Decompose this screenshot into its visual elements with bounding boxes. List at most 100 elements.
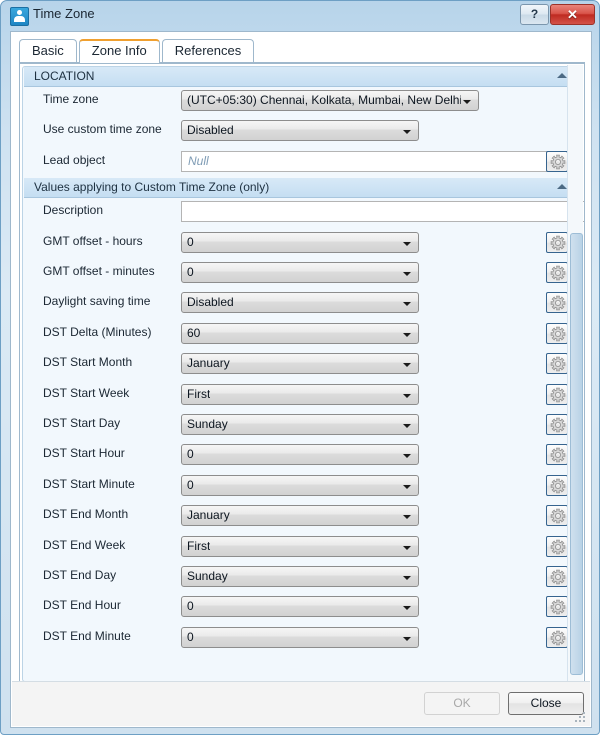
- field-label-dst-start-minute: DST Start Minute: [43, 476, 135, 491]
- section-title: Values applying to Custom Time Zone (onl…: [34, 180, 270, 195]
- dropdown-dst-end-day[interactable]: Sunday: [181, 566, 419, 587]
- dropdown-dst-delta-minutes[interactable]: 60: [181, 322, 419, 344]
- dropdown-dst-end-minute[interactable]: 0: [181, 626, 419, 648]
- chevron-down-icon[interactable]: [403, 302, 411, 307]
- gear-icon: [547, 476, 569, 497]
- chevron-up-icon[interactable]: [557, 73, 567, 78]
- dropdown-value-dst-start-hour: 0: [187, 447, 194, 462]
- window-title: Time Zone: [33, 6, 95, 21]
- dropdown-dst-start-hour[interactable]: 0: [181, 444, 419, 466]
- dropdown-value-dst-end-week: First: [187, 538, 211, 553]
- ok-button[interactable]: OK: [424, 692, 500, 715]
- settings-button-dst-start-week[interactable]: [546, 383, 568, 405]
- chevron-down-icon[interactable]: [403, 606, 411, 611]
- chevron-down-icon[interactable]: [403, 272, 411, 276]
- vertical-scrollbar[interactable]: [567, 65, 583, 684]
- dropdown-daylight-saving-time[interactable]: Disabled: [181, 292, 419, 314]
- chevron-down-icon[interactable]: [403, 424, 411, 428]
- settings-button-daylight-saving-time[interactable]: [546, 292, 569, 314]
- dropdown-time-zone[interactable]: (UTC+05:30) Chennai, Kolkata, Mumbai, Ne…: [181, 90, 479, 111]
- field-label-time-zone: Time zone: [43, 92, 99, 106]
- field-row-dst-start-week: DST Start Week First: [23, 381, 576, 408]
- dropdown-dst-start-day[interactable]: Sunday: [181, 414, 419, 435]
- settings-button-dst-end-week[interactable]: [546, 535, 568, 557]
- settings-button-dst-end-hour[interactable]: [546, 596, 569, 618]
- chevron-down-icon[interactable]: [403, 515, 411, 520]
- chevron-down-icon[interactable]: [403, 576, 411, 580]
- settings-button-dst-start-hour[interactable]: [546, 444, 568, 466]
- chevron-down-icon[interactable]: [403, 484, 411, 489]
- field-label-lead-object: Lead object: [43, 152, 106, 167]
- input-lead-object[interactable]: Null: [181, 150, 557, 172]
- chevron-down-icon[interactable]: [463, 100, 471, 104]
- dropdown-dst-end-hour[interactable]: 0: [181, 596, 419, 618]
- field-row-gmt-offset-hours: GMT offset - hours 0: [23, 229, 576, 256]
- dropdown-dst-end-week[interactable]: First: [181, 535, 419, 557]
- field-row-dst-end-week: DST End Week First: [23, 533, 576, 560]
- chevron-down-icon[interactable]: [403, 363, 411, 368]
- field-label-gmt-offset-hours: GMT offset - hours: [43, 233, 143, 248]
- chevron-down-icon[interactable]: [403, 332, 411, 337]
- chevron-down-icon[interactable]: [403, 545, 411, 550]
- tab-references[interactable]: References: [161, 39, 255, 62]
- field-row-dst-start-hour: DST Start Hour 0: [23, 441, 576, 468]
- gear-icon: [547, 628, 569, 649]
- dropdown-value-gmt-offset-hours: 0: [187, 234, 194, 249]
- field-label-dst-start-week: DST Start Week: [43, 385, 130, 400]
- field-label-dst-start-hour: DST Start Hour: [43, 446, 125, 461]
- dropdown-value-time-zone: (UTC+05:30) Chennai, Kolkata, Mumbai, Ne…: [187, 93, 461, 107]
- properties-panel-inner: LOCATION Time zone (UTC+05:30) Chennai, Ko…: [22, 66, 584, 682]
- chevron-down-icon[interactable]: [403, 636, 411, 641]
- tab-zone-info[interactable]: Zone Info: [78, 39, 160, 63]
- section-header-custom-time-zone[interactable]: Values applying to Custom Time Zone (onl…: [24, 178, 575, 199]
- dropdown-use-custom-time-zone[interactable]: Disabled: [181, 120, 419, 142]
- dropdown-dst-start-month[interactable]: January: [181, 353, 419, 375]
- dropdown-dst-start-minute[interactable]: 0: [181, 474, 419, 496]
- settings-button-dst-delta-minutes[interactable]: [546, 322, 568, 344]
- user-icon: [10, 7, 29, 26]
- field-label-dst-start-month: DST Start Month: [43, 355, 133, 370]
- gear-icon: [547, 506, 569, 527]
- time-zone-dialog: Time Zone ? ✕ Basic Zone Info References L…: [0, 0, 600, 735]
- dropdown-value-dst-end-day: Sunday: [187, 569, 228, 583]
- dropdown-gmt-offset-minutes[interactable]: 0: [181, 262, 419, 283]
- dropdown-value-dst-end-hour: 0: [187, 599, 194, 614]
- title-bar[interactable]: Time Zone ? ✕: [1, 1, 600, 31]
- chevron-up-icon[interactable]: [557, 184, 567, 190]
- help-button[interactable]: ?: [520, 4, 549, 25]
- dropdown-gmt-offset-hours[interactable]: 0: [181, 231, 419, 253]
- settings-button-lead-object[interactable]: [546, 150, 568, 172]
- settings-button-gmt-offset-hours[interactable]: [546, 231, 568, 253]
- settings-button-gmt-offset-minutes[interactable]: [546, 262, 568, 283]
- settings-button-dst-start-month[interactable]: [546, 353, 568, 375]
- section-header-location[interactable]: LOCATION: [24, 67, 575, 87]
- dropdown-value-dst-start-day: Sunday: [187, 417, 228, 431]
- chevron-down-icon[interactable]: [403, 393, 411, 398]
- settings-button-dst-start-day[interactable]: [546, 414, 568, 435]
- chevron-down-icon[interactable]: [403, 241, 411, 246]
- close-button-footer[interactable]: Close: [508, 692, 584, 715]
- field-row-dst-end-month: DST End Month January: [23, 502, 576, 529]
- dropdown-dst-start-week[interactable]: First: [181, 383, 419, 405]
- dropdown-dst-end-month[interactable]: January: [181, 505, 419, 527]
- field-label-dst-delta-minutes: DST Delta (Minutes): [43, 324, 152, 339]
- gear-icon: [547, 263, 569, 284]
- close-button[interactable]: ✕: [550, 4, 595, 25]
- gear-icon: [547, 597, 569, 618]
- scrollbar-thumb[interactable]: [570, 233, 583, 675]
- settings-button-dst-end-month[interactable]: [546, 505, 569, 527]
- input-description[interactable]: [181, 201, 584, 223]
- gear-icon: [547, 293, 569, 314]
- settings-button-dst-start-minute[interactable]: [546, 474, 569, 497]
- chevron-down-icon[interactable]: [403, 454, 411, 459]
- chevron-down-icon[interactable]: [403, 130, 411, 135]
- settings-button-dst-end-minute[interactable]: [546, 626, 569, 649]
- question-mark-icon: ?: [530, 7, 539, 21]
- client-area: Basic Zone Info References LOCATION Time zo…: [10, 31, 592, 728]
- dropdown-value-use-custom-time-zone: Disabled: [187, 123, 234, 138]
- field-row-dst-end-day: DST End Day Sunday: [23, 563, 576, 590]
- resize-grip[interactable]: [575, 712, 587, 724]
- tab-basic[interactable]: Basic: [19, 39, 77, 62]
- field-label-dst-end-month: DST End Month: [43, 507, 129, 522]
- settings-button-dst-end-day[interactable]: [546, 566, 568, 587]
